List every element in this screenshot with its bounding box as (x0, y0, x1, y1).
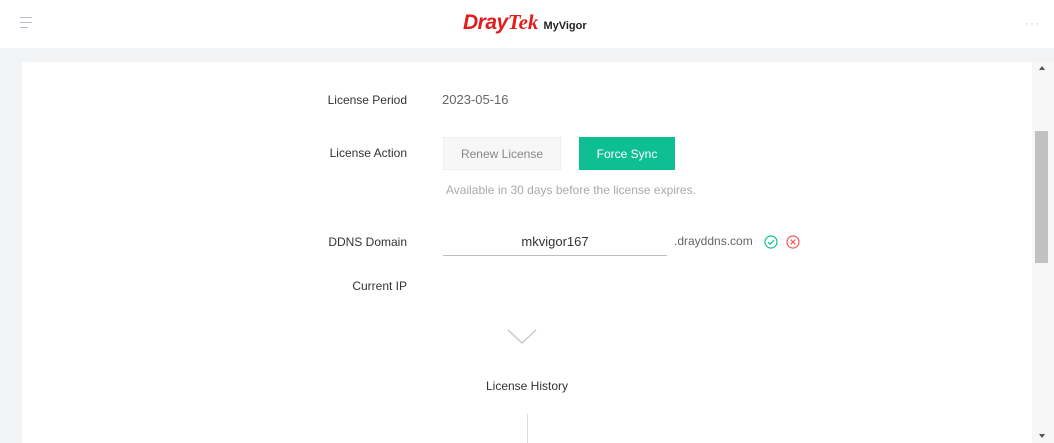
top-bar: Dray Tek MyVigor ··· (0, 0, 1054, 48)
ddns-suffix: .drayddns.com (674, 234, 753, 248)
license-action-label: License Action (329, 146, 407, 160)
current-ip-label: Current IP (352, 279, 407, 293)
chevron-down-icon[interactable] (506, 327, 538, 347)
clipped-text: ʼ (500, 62, 503, 67)
draytek-logo: Dray Tek MyVigor (463, 10, 587, 38)
renew-hint: Available in 30 days before the license … (446, 183, 696, 197)
license-card: ʼ License Period 2023-05-16 License Acti… (22, 62, 1032, 443)
ddns-domain-input[interactable] (443, 228, 667, 256)
renew-license-button[interactable]: Renew License (443, 137, 561, 170)
history-timeline (527, 414, 528, 443)
force-sync-button[interactable]: Force Sync (579, 137, 675, 170)
check-circle-icon[interactable] (764, 235, 778, 249)
license-period-label: License Period (327, 93, 407, 107)
ddns-domain-label: DDNS Domain (328, 235, 407, 249)
scroll-up-arrow-icon[interactable] (1039, 66, 1045, 70)
close-circle-icon[interactable] (786, 235, 800, 249)
brand-tek: Tek (507, 10, 539, 34)
menu-icon[interactable] (20, 17, 32, 29)
scroll-down-arrow-icon[interactable] (1039, 434, 1045, 438)
license-period-value: 2023-05-16 (442, 92, 509, 107)
license-history-title: License History (485, 379, 569, 393)
vertical-scrollbar[interactable] (1032, 62, 1054, 443)
scroll-thumb[interactable] (1035, 131, 1048, 263)
brand-product: MyVigor (543, 20, 587, 32)
more-icon[interactable]: ··· (1025, 16, 1040, 30)
brand-dray: Dray (463, 11, 508, 34)
